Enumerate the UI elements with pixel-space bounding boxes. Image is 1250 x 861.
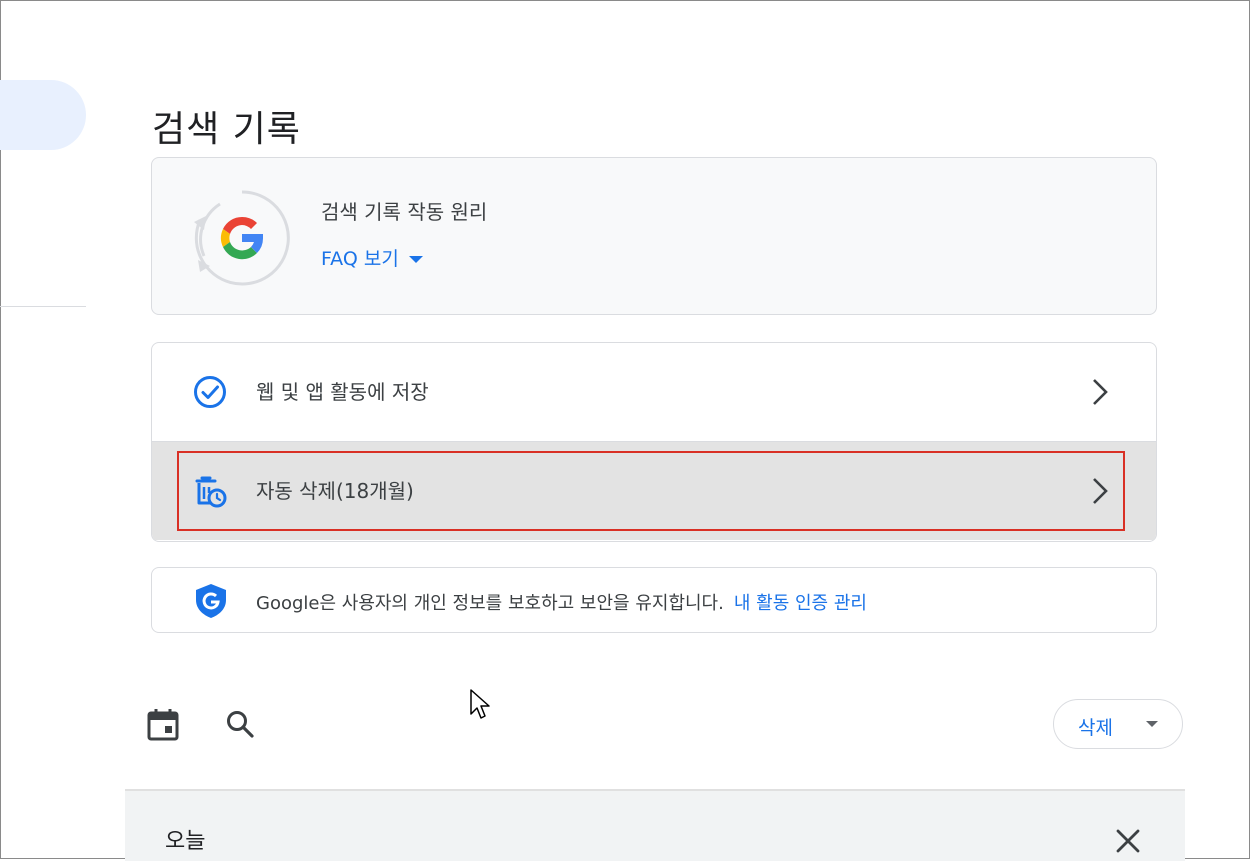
settings-item-label: 웹 및 앱 활동에 저장 <box>256 380 429 404</box>
faq-label: FAQ 보기 <box>321 248 399 270</box>
privacy-message: Google은 사용자의 개인 정보를 보호하고 보안을 유지합니다. <box>256 593 724 614</box>
caret-down-icon <box>1146 721 1158 727</box>
google-history-logo-icon <box>190 186 294 290</box>
history-group-label: 오늘 <box>165 829 206 854</box>
auto-delete-icon <box>195 476 227 508</box>
sidebar-divider <box>0 306 86 307</box>
close-icon[interactable] <box>1113 826 1143 856</box>
history-group-today: 오늘 <box>125 789 1185 861</box>
calendar-icon[interactable] <box>145 706 181 742</box>
mouse-cursor-icon <box>470 689 490 719</box>
page-title: 검색 기록 <box>152 109 301 151</box>
chevron-right-icon <box>1093 478 1108 504</box>
check-circle-icon <box>194 376 226 408</box>
history-settings-card: 웹 및 앱 활동에 저장 자동 삭제(18개월) <box>151 342 1157 542</box>
shield-icon <box>196 584 226 618</box>
faq-toggle-button[interactable]: FAQ 보기 <box>321 244 423 271</box>
privacy-banner: Google은 사용자의 개인 정보를 보호하고 보안을 유지합니다. 내 활동 … <box>151 567 1157 633</box>
manage-activity-verification-link[interactable]: 내 활동 인증 관리 <box>734 593 867 614</box>
delete-label: 삭제 <box>1078 717 1113 739</box>
search-icon[interactable] <box>222 706 258 742</box>
search-history-info-card: 검색 기록 작동 원리 FAQ 보기 <box>151 157 1157 315</box>
sidebar-active-item[interactable] <box>0 80 86 150</box>
caret-down-icon <box>408 256 423 263</box>
delete-dropdown-button[interactable]: 삭제 <box>1053 699 1183 749</box>
settings-item-web-app-activity[interactable]: 웹 및 앱 활동에 저장 <box>152 343 1156 441</box>
info-heading: 검색 기록 작동 원리 <box>321 200 488 224</box>
settings-item-label: 자동 삭제(18개월) <box>256 479 414 503</box>
settings-item-auto-delete[interactable]: 자동 삭제(18개월) <box>152 441 1156 540</box>
privacy-text: Google은 사용자의 개인 정보를 보호하고 보안을 유지합니다. 내 활동 … <box>256 589 867 615</box>
chevron-right-icon <box>1093 379 1108 405</box>
